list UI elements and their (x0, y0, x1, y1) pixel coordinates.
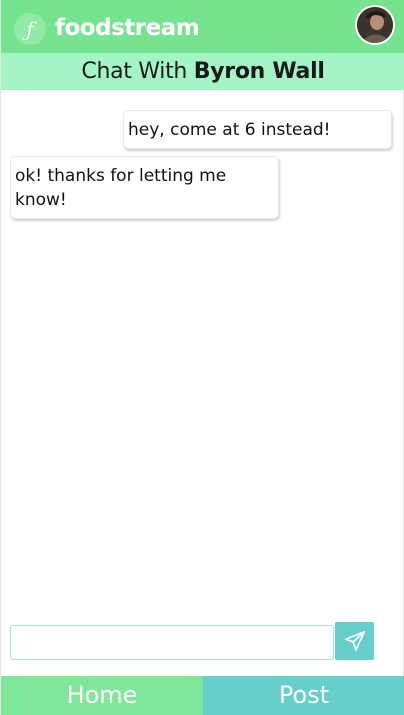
send-button[interactable] (335, 622, 374, 660)
message-list[interactable]: hey, come at 6 instead! ok! thanks for l… (1, 90, 404, 620)
chat-contact-name: Byron Wall (193, 59, 325, 84)
brand-name[interactable]: foodstream (55, 12, 200, 44)
nav-home-tab[interactable]: Home (1, 676, 203, 715)
message-composer (1, 620, 404, 676)
logo-icon[interactable]: ƒ (14, 13, 46, 45)
nav-post-tab[interactable]: Post (203, 676, 404, 715)
top-header: ƒ foodstream (1, 0, 404, 53)
chat-title-prefix: Chat With (81, 59, 194, 84)
bottom-nav: Home Post (1, 676, 404, 715)
app-frame: ƒ foodstream Chat With Byron Wall hey, c… (0, 0, 404, 715)
chat-title: Chat With Byron Wall (1, 53, 404, 90)
user-avatar[interactable] (355, 5, 395, 45)
paper-plane-icon (344, 631, 365, 651)
message-input[interactable] (10, 625, 334, 660)
message-bubble-incoming: ok! thanks for letting me know! (10, 156, 279, 219)
message-bubble-outgoing: hey, come at 6 instead! (123, 110, 392, 149)
